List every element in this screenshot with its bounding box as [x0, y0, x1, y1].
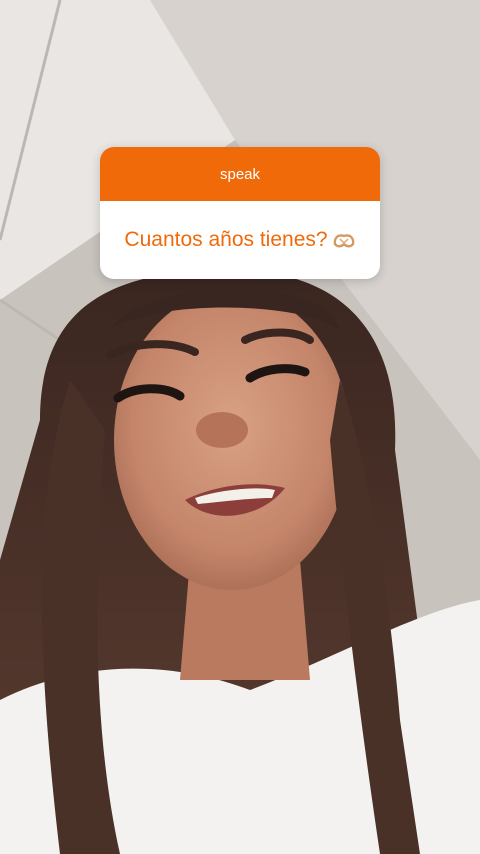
- question-sticker-header: speak: [100, 147, 380, 201]
- story-view: speak Cuantos años tienes?: [0, 0, 480, 854]
- question-sticker-body: Cuantos años tienes?: [100, 201, 380, 279]
- selfie-photo: [0, 0, 480, 854]
- question-prompt: speak: [219, 165, 261, 183]
- question-sticker[interactable]: speak Cuantos años tienes?: [100, 147, 380, 279]
- heart-hands-icon: [332, 230, 356, 250]
- question-text: Cuantos años tienes?: [124, 228, 328, 251]
